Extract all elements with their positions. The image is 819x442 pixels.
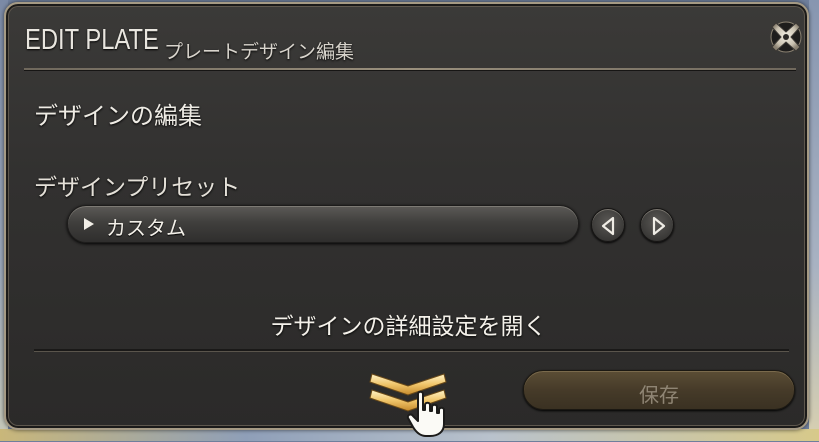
save-button[interactable]: 保存: [523, 370, 795, 410]
advanced-settings-link[interactable]: デザインの詳細設定を開く: [6, 307, 811, 341]
preset-selected-value: カスタム: [106, 212, 186, 241]
window-subtitle: プレートデザイン編集: [164, 37, 354, 64]
preset-prev-button[interactable]: [591, 208, 625, 242]
background-right: [809, 0, 819, 441]
close-button[interactable]: [766, 17, 806, 57]
preset-next-button[interactable]: [640, 208, 674, 242]
preset-label: デザインプリセット: [34, 168, 240, 202]
title-divider: [24, 68, 796, 70]
section-heading: デザインの編集: [34, 96, 202, 131]
chevron-left-icon: [592, 209, 626, 243]
expand-button[interactable]: [366, 368, 456, 438]
hand-pointer-icon: [406, 390, 446, 438]
footer-divider: [34, 349, 789, 351]
window-title: EDIT PLATE: [25, 24, 159, 57]
chevron-right-icon: [641, 209, 675, 243]
close-icon: [766, 17, 806, 57]
edit-plate-window: EDIT PLATE プレートデザイン編集 デザインの編集 デザインプリセット …: [4, 2, 809, 430]
save-button-label: 保存: [524, 379, 794, 408]
dropdown-arrow-icon: [84, 218, 94, 230]
preset-dropdown[interactable]: カスタム: [67, 205, 579, 243]
